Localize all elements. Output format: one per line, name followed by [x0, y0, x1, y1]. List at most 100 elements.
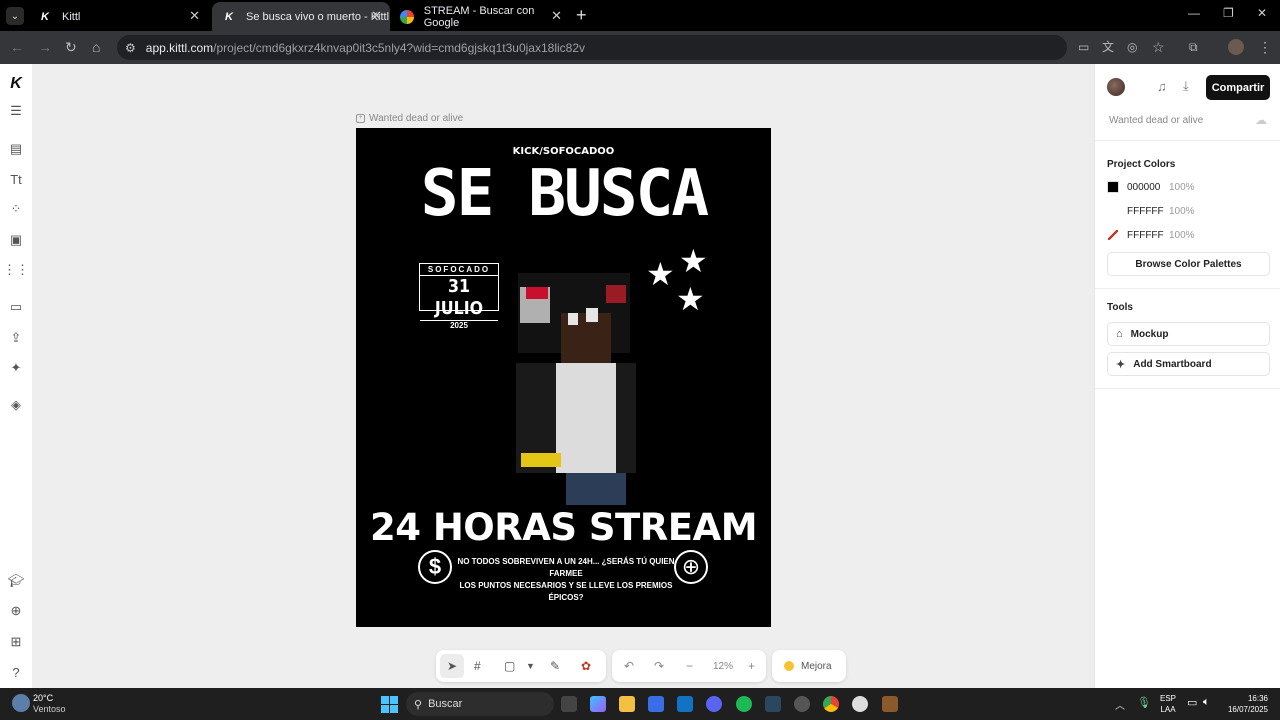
color-swatch[interactable] [1107, 181, 1119, 193]
gift-icon[interactable]: ⊞ [8, 634, 24, 650]
share-button[interactable]: Compartir [1206, 75, 1270, 100]
bookmark-star-icon[interactable]: ☆ [1152, 39, 1165, 55]
grid-icon[interactable]: ⋮⋮ [3, 262, 29, 278]
poster-top-text[interactable]: KICK/SOFOCADOO [356, 146, 771, 157]
chevron-down-icon[interactable]: ▼ [526, 661, 535, 671]
app-icon[interactable] [794, 696, 810, 712]
zoom-out-button[interactable]: − [686, 659, 693, 673]
chatgpt-icon[interactable] [852, 696, 868, 712]
eye-off-icon[interactable]: ◎ [1127, 39, 1137, 55]
globe-icon[interactable]: ⊕ [674, 550, 708, 584]
color-hex[interactable]: FFFFFF [1127, 230, 1169, 241]
home-icon[interactable]: ⌂ [92, 39, 100, 55]
star-icon[interactable]: ★ [676, 283, 705, 315]
close-tab-icon[interactable]: ✕ [371, 8, 382, 24]
color-hex[interactable]: 000000 [1127, 182, 1169, 193]
color-opacity[interactable]: 100% [1169, 206, 1195, 217]
images-icon[interactable]: ▣ [8, 232, 24, 248]
design-canvas[interactable]: + Wanted dead or alive KICK/SOFOCADOO SE… [32, 64, 1094, 688]
discord-icon[interactable] [706, 696, 722, 712]
poster-date-box[interactable]: SOFOCADO 31 JULIO 2025 [419, 263, 499, 330]
upload-icon[interactable]: ⇪ [8, 330, 24, 346]
artboard-label[interactable]: + Wanted dead or alive [356, 113, 463, 124]
color-hex[interactable]: FFFFFF [1127, 206, 1169, 217]
tab-se-busca[interactable]: K Se busca vivo o muerto - Kittl ✕ [212, 2, 390, 31]
close-tab-icon[interactable]: ✕ [551, 8, 562, 24]
no-fill-swatch[interactable] [1107, 229, 1119, 241]
color-opacity[interactable]: 100% [1169, 230, 1195, 241]
close-tab-icon[interactable]: ✕ [189, 8, 200, 24]
address-bar[interactable]: ⚙ app.kittl.com/project/cmd6gkxrz4knvap0… [117, 35, 1067, 60]
profile-avatar[interactable] [1228, 39, 1244, 55]
star-icon[interactable]: ★ [679, 245, 708, 277]
volume-icon[interactable]: 🔈︎ [1203, 696, 1210, 709]
poster-headline[interactable]: SE BUSCA [417, 162, 711, 226]
minimize-icon[interactable]: — [1188, 6, 1200, 20]
shape-tool-icon[interactable]: ▢ [504, 659, 515, 673]
language-indicator[interactable]: ESP LAA [1160, 693, 1176, 715]
back-icon[interactable]: ← [10, 39, 24, 55]
minecraft-icon[interactable] [882, 696, 898, 712]
forward-icon[interactable]: → [38, 39, 52, 55]
kittl-logo-icon[interactable]: K [8, 75, 24, 92]
redo-icon[interactable]: ↷ [654, 659, 664, 673]
microphone-icon[interactable]: 🎙︎ [1137, 696, 1151, 709]
install-app-icon[interactable]: ▭ [1078, 39, 1089, 55]
spotify-icon[interactable] [736, 696, 752, 712]
notification-bell-icon[interactable]: ♫ [1157, 79, 1167, 94]
undo-icon[interactable]: ↶ [624, 659, 634, 673]
select-tool-icon[interactable]: ➤ [440, 654, 464, 678]
frame-tool-icon[interactable]: # [474, 659, 481, 673]
clock[interactable]: 16:36 16/07/2025 [1226, 693, 1268, 715]
mockup-button[interactable]: ⌂ Mockup [1107, 322, 1270, 346]
tab-search-dropdown[interactable]: ⌄ [6, 7, 24, 25]
help-icon[interactable]: ? [8, 664, 24, 680]
download-icon[interactable]: ⤓ [1183, 78, 1189, 94]
poster-artboard[interactable]: KICK/SOFOCADOO SE BUSCA SOFOCADO 31 JULI… [356, 128, 771, 627]
user-avatar[interactable] [1107, 78, 1125, 96]
steam-icon[interactable] [765, 696, 781, 712]
copilot-icon[interactable] [590, 696, 606, 712]
hamburger-menu-icon[interactable]: ☰ [8, 103, 24, 119]
add-smartboard-button[interactable]: ✦ Add Smartboard [1107, 352, 1270, 376]
file-explorer-icon[interactable] [619, 696, 635, 712]
poster-title[interactable]: 24 HORAS STREAM [356, 506, 771, 549]
color-row[interactable]: FFFFFF 100% [1107, 205, 1195, 217]
color-swatch[interactable] [1107, 205, 1119, 217]
color-row[interactable]: FFFFFF 100% [1107, 229, 1195, 241]
task-view-icon[interactable] [561, 696, 577, 712]
pixel-character-image[interactable] [506, 273, 641, 505]
new-tab-button[interactable]: + [576, 5, 587, 26]
extensions-icon[interactable]: ⧉ [1189, 39, 1198, 55]
sticker-tool-icon[interactable]: ✿ [581, 659, 591, 673]
elements-icon[interactable]: ⁘ [8, 201, 24, 217]
zoom-in-button[interactable]: + [748, 659, 755, 673]
poster-subtitle[interactable]: NO TODOS SOBREVIVEN A UN 24H... ¿SERÁS T… [451, 556, 681, 604]
improve-button[interactable]: Mejora [772, 650, 846, 682]
translate-icon[interactable]: 文 [1102, 39, 1114, 55]
zoom-level[interactable]: 12% [713, 661, 733, 672]
templates-icon[interactable]: ▤ [8, 141, 24, 157]
outlook-icon[interactable] [677, 696, 693, 712]
add-circle-icon[interactable]: ⊕ [8, 603, 24, 619]
restore-icon[interactable]: ❐ [1223, 6, 1234, 20]
close-window-icon[interactable]: ✕ [1257, 6, 1267, 20]
weather-widget[interactable]: 20°C Ventoso [33, 693, 66, 715]
chrome-icon[interactable] [823, 696, 839, 712]
ai-sparkle-icon[interactable]: ✦ [8, 360, 24, 376]
store-icon[interactable] [648, 696, 664, 712]
reload-icon[interactable]: ↻ [65, 39, 77, 55]
taskbar-search[interactable]: ⚲ Buscar [406, 692, 554, 716]
tab-google-search[interactable]: G STREAM - Buscar con Google ✕ [390, 2, 570, 31]
display-icon[interactable]: ▭ [1187, 696, 1197, 709]
text-icon[interactable]: Tt [8, 171, 24, 187]
site-info-icon[interactable]: ⚙ [125, 41, 136, 55]
tab-kittl[interactable]: K Kittl ✕ [28, 2, 208, 31]
weather-icon[interactable] [12, 694, 30, 712]
tray-chevron-icon[interactable]: ︿ [1115, 697, 1125, 712]
browse-color-palettes-button[interactable]: Browse Color Palettes [1107, 252, 1270, 276]
pen-tool-icon[interactable]: ✎ [550, 659, 560, 673]
brand-kit-icon[interactable]: ▭ [8, 299, 24, 315]
layers-icon[interactable]: ◈ [8, 397, 24, 413]
menu-kebab-icon[interactable]: ⋮ [1258, 39, 1272, 55]
